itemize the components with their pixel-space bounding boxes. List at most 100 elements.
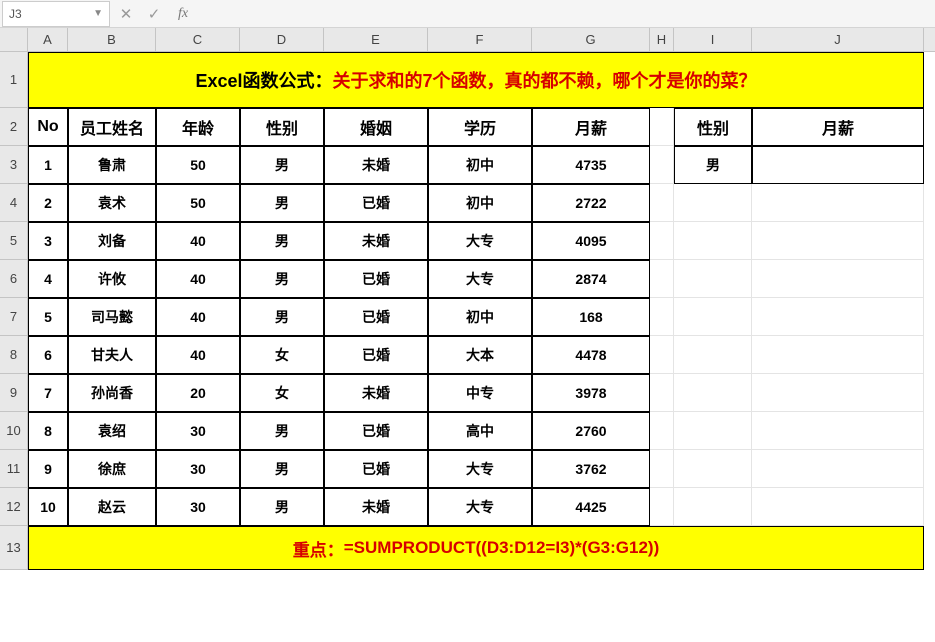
empty-cell[interactable] bbox=[674, 184, 752, 222]
cell-no[interactable]: 9 bbox=[28, 450, 68, 488]
row-header[interactable]: 7 bbox=[0, 298, 28, 336]
row-header[interactable]: 8 bbox=[0, 336, 28, 374]
cell-no[interactable]: 6 bbox=[28, 336, 68, 374]
row-header[interactable]: 3 bbox=[0, 146, 28, 184]
cell-edu[interactable]: 大专 bbox=[428, 488, 532, 526]
cell-name[interactable]: 袁术 bbox=[68, 184, 156, 222]
cell-gender[interactable]: 男 bbox=[240, 412, 324, 450]
empty-cell[interactable] bbox=[752, 260, 924, 298]
row-header[interactable]: 12 bbox=[0, 488, 28, 526]
col-header[interactable]: E bbox=[324, 28, 428, 51]
cell-edu[interactable]: 大专 bbox=[428, 450, 532, 488]
cell-marriage[interactable]: 已婚 bbox=[324, 412, 428, 450]
col-header[interactable]: A bbox=[28, 28, 68, 51]
side-value-salary[interactable] bbox=[752, 146, 924, 184]
cell-gender[interactable]: 男 bbox=[240, 184, 324, 222]
empty-cell[interactable] bbox=[650, 146, 674, 184]
empty-cell[interactable] bbox=[674, 336, 752, 374]
confirm-icon[interactable]: ✓ bbox=[146, 6, 162, 22]
cell-no[interactable]: 8 bbox=[28, 412, 68, 450]
row-header[interactable]: 1 bbox=[0, 52, 28, 108]
cell-gender[interactable]: 女 bbox=[240, 336, 324, 374]
cell-age[interactable]: 30 bbox=[156, 412, 240, 450]
footer-cell[interactable]: 重点： =SUMPRODUCT((D3:D12=I3)*(G3:G12)) bbox=[28, 526, 924, 570]
cell-edu[interactable]: 初中 bbox=[428, 184, 532, 222]
cell-salary[interactable]: 4478 bbox=[532, 336, 650, 374]
cell-marriage[interactable]: 未婚 bbox=[324, 146, 428, 184]
cancel-icon[interactable]: ✕ bbox=[118, 6, 134, 22]
empty-cell[interactable] bbox=[650, 222, 674, 260]
cell-age[interactable]: 30 bbox=[156, 450, 240, 488]
empty-cell[interactable] bbox=[650, 450, 674, 488]
cell-salary[interactable]: 4095 bbox=[532, 222, 650, 260]
cell-salary[interactable]: 2722 bbox=[532, 184, 650, 222]
empty-cell[interactable] bbox=[674, 450, 752, 488]
select-all-corner[interactable] bbox=[0, 28, 28, 52]
empty-cell[interactable] bbox=[650, 108, 674, 146]
side-value-gender[interactable]: 男 bbox=[674, 146, 752, 184]
cell-name[interactable]: 许攸 bbox=[68, 260, 156, 298]
empty-cell[interactable] bbox=[752, 298, 924, 336]
empty-cell[interactable] bbox=[650, 184, 674, 222]
name-box[interactable]: J3 ▼ bbox=[2, 1, 110, 27]
cell-gender[interactable]: 女 bbox=[240, 374, 324, 412]
empty-cell[interactable] bbox=[674, 488, 752, 526]
title-cell[interactable]: Excel函数公式： 关于求和的7个函数，真的都不赖，哪个才是你的菜？ bbox=[28, 52, 924, 108]
cell-age[interactable]: 40 bbox=[156, 336, 240, 374]
cell-gender[interactable]: 男 bbox=[240, 450, 324, 488]
cell-gender[interactable]: 男 bbox=[240, 222, 324, 260]
cell-gender[interactable]: 男 bbox=[240, 488, 324, 526]
header-name[interactable]: 员工姓名 bbox=[68, 108, 156, 146]
col-header[interactable]: G bbox=[532, 28, 650, 51]
col-header[interactable]: D bbox=[240, 28, 324, 51]
col-header[interactable]: I bbox=[674, 28, 752, 51]
empty-cell[interactable] bbox=[650, 298, 674, 336]
empty-cell[interactable] bbox=[674, 222, 752, 260]
empty-cell[interactable] bbox=[650, 488, 674, 526]
empty-cell[interactable] bbox=[752, 412, 924, 450]
cell-gender[interactable]: 男 bbox=[240, 260, 324, 298]
empty-cell[interactable] bbox=[752, 222, 924, 260]
header-age[interactable]: 年龄 bbox=[156, 108, 240, 146]
row-header[interactable]: 11 bbox=[0, 450, 28, 488]
row-header[interactable]: 5 bbox=[0, 222, 28, 260]
cell-name[interactable]: 鲁肃 bbox=[68, 146, 156, 184]
cell-marriage[interactable]: 未婚 bbox=[324, 488, 428, 526]
row-header[interactable]: 4 bbox=[0, 184, 28, 222]
empty-cell[interactable] bbox=[752, 336, 924, 374]
empty-cell[interactable] bbox=[650, 336, 674, 374]
cell-gender[interactable]: 男 bbox=[240, 146, 324, 184]
cell-no[interactable]: 5 bbox=[28, 298, 68, 336]
side-header-gender[interactable]: 性别 bbox=[674, 108, 752, 146]
header-marriage[interactable]: 婚姻 bbox=[324, 108, 428, 146]
cell-salary[interactable]: 3762 bbox=[532, 450, 650, 488]
cell-no[interactable]: 2 bbox=[28, 184, 68, 222]
cell-edu[interactable]: 高中 bbox=[428, 412, 532, 450]
fx-icon[interactable]: fx bbox=[178, 6, 188, 22]
cell-edu[interactable]: 大本 bbox=[428, 336, 532, 374]
col-header[interactable]: H bbox=[650, 28, 674, 51]
cell-salary[interactable]: 4425 bbox=[532, 488, 650, 526]
cell-edu[interactable]: 大专 bbox=[428, 222, 532, 260]
cell-age[interactable]: 40 bbox=[156, 222, 240, 260]
cell-no[interactable]: 10 bbox=[28, 488, 68, 526]
cell-salary[interactable]: 2874 bbox=[532, 260, 650, 298]
empty-cell[interactable] bbox=[650, 374, 674, 412]
cell-no[interactable]: 4 bbox=[28, 260, 68, 298]
cell-salary[interactable]: 2760 bbox=[532, 412, 650, 450]
cell-age[interactable]: 40 bbox=[156, 260, 240, 298]
cell-name[interactable]: 徐庶 bbox=[68, 450, 156, 488]
cell-no[interactable]: 3 bbox=[28, 222, 68, 260]
cell-marriage[interactable]: 未婚 bbox=[324, 222, 428, 260]
header-no[interactable]: No bbox=[28, 108, 68, 146]
cell-marriage[interactable]: 已婚 bbox=[324, 298, 428, 336]
empty-cell[interactable] bbox=[752, 488, 924, 526]
cell-no[interactable]: 1 bbox=[28, 146, 68, 184]
cell-salary[interactable]: 4735 bbox=[532, 146, 650, 184]
cell-age[interactable]: 50 bbox=[156, 146, 240, 184]
empty-cell[interactable] bbox=[674, 412, 752, 450]
row-header[interactable]: 10 bbox=[0, 412, 28, 450]
row-header[interactable]: 6 bbox=[0, 260, 28, 298]
cell-salary[interactable]: 168 bbox=[532, 298, 650, 336]
row-header[interactable]: 2 bbox=[0, 108, 28, 146]
